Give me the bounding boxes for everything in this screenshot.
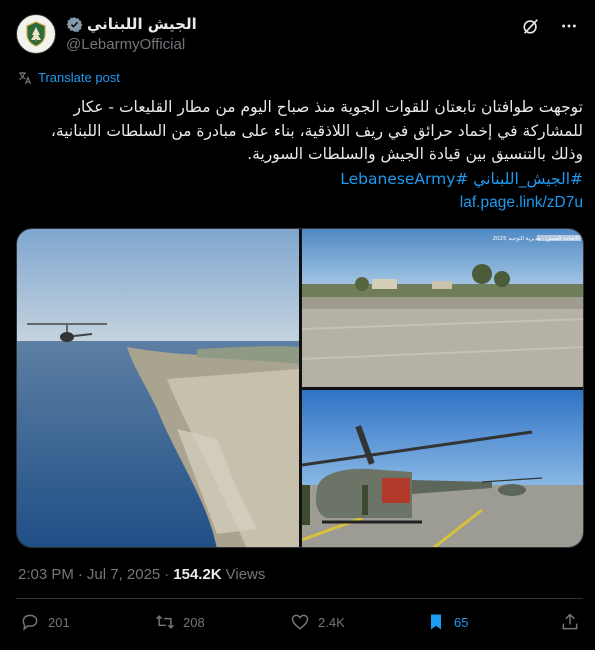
verified-badge-icon [66, 16, 83, 32]
more-icon[interactable] [559, 16, 579, 36]
views-label: Views [225, 566, 266, 583]
lebanese-army-emblem-icon [26, 21, 46, 47]
share-button[interactable] [560, 612, 580, 632]
translate-post-link[interactable]: Translate post [18, 70, 120, 85]
like-count: 2.4K [318, 614, 345, 630]
user-handle[interactable]: @LebarmyOfficial [66, 36, 197, 53]
bookmark-icon [431, 614, 441, 630]
photo-watermark: قيادة الجيش - مديرية التوجيه 2025© [492, 235, 580, 242]
views-count[interactable]: 154.2K [173, 566, 221, 583]
aerial-coast-photo[interactable] [17, 229, 299, 548]
tweet-line: توجهت طوافتان تابعتان للقوات الجوية منذ … [73, 98, 583, 116]
share-icon [562, 613, 578, 630]
airfield-photo[interactable]: قيادة الجيش - مديرية التوجيه 2025© [302, 229, 584, 387]
reply-count: 201 [48, 614, 70, 630]
post-time[interactable]: 2:03 PM [18, 566, 74, 583]
post-date[interactable]: Jul 7, 2025 [87, 566, 160, 583]
hashtags[interactable]: #الجيش_اللبناني #LebaneseArmy [340, 170, 583, 188]
translate-icon [19, 71, 32, 84]
translate-label: Translate post [38, 70, 120, 85]
tweet-line: للمشاركة في إخماد حرائق في ريف اللاذقية،… [50, 121, 583, 140]
repost-icon [156, 615, 174, 629]
reply-icon [22, 614, 38, 631]
reply-button[interactable]: 201 [20, 612, 70, 632]
bookmark-count: 65 [454, 614, 469, 630]
post-header: الجيش اللبناني @LebarmyOfficial [16, 12, 583, 56]
meta-separator: · [77, 566, 83, 583]
grok-icon[interactable] [521, 16, 541, 36]
bookmark-button[interactable]: 65 [426, 612, 468, 632]
action-bar: 201 208 2.4K 65 [16, 612, 583, 640]
display-name[interactable]: الجيش اللبناني [87, 15, 197, 33]
heart-icon [291, 614, 309, 630]
tweet-line: وذلك بالتنسيق بين قيادة الجيش والسلطات ا… [247, 145, 583, 163]
tweet-text: توجهت طوافتان تابعتان للقوات الجوية منذ … [16, 96, 583, 167]
like-button[interactable]: 2.4K [290, 612, 345, 632]
external-link[interactable]: laf.page.link/zD7u [460, 194, 583, 212]
divider [16, 598, 583, 599]
meta-separator: · [164, 566, 170, 583]
avatar[interactable] [16, 14, 56, 54]
post-meta: 2:03 PM · Jul 7, 2025 · 154.2K Views [18, 566, 265, 583]
repost-button[interactable]: 208 [155, 612, 205, 632]
helicopter-tarmac-photo[interactable] [302, 390, 584, 548]
media-grid: قيادة الجيش - مديرية التوجيه 2025© [16, 228, 584, 548]
repost-count: 208 [183, 614, 205, 630]
